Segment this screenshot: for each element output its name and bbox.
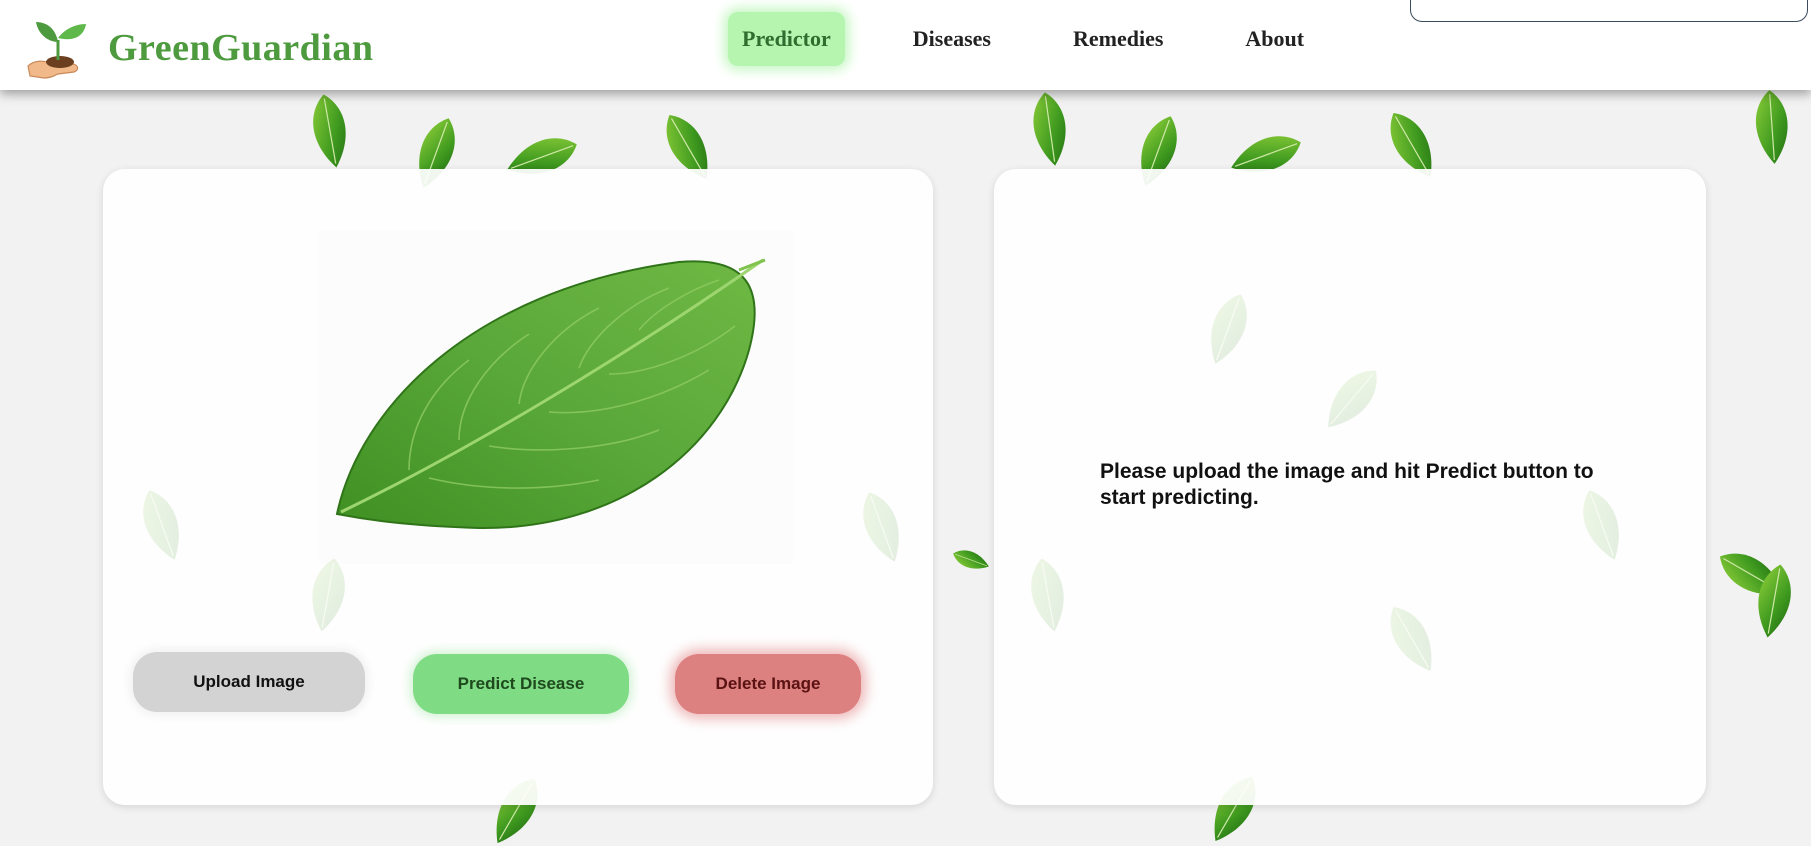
delete-image-button[interactable]: Delete Image <box>675 654 861 714</box>
background-leaf-icon <box>1747 87 1796 168</box>
nav-remedies[interactable]: Remedies <box>1059 12 1177 66</box>
brand-logo[interactable]: GreenGuardian <box>24 14 374 82</box>
page: GreenGuardian Predictor Diseases Remedie… <box>0 0 1811 846</box>
background-leaf-icon <box>948 541 994 579</box>
plant-in-hand-icon <box>27 22 86 79</box>
predictor-card: Upload Image Predict Disease Delete Imag… <box>103 169 933 805</box>
upload-image-button[interactable]: Upload Image <box>133 652 365 712</box>
nav-predictor[interactable]: Predictor <box>728 12 845 66</box>
result-message: Please upload the image and hit Predict … <box>1100 460 1594 509</box>
brand-name: GreenGuardian <box>108 27 374 69</box>
nav-diseases[interactable]: Diseases <box>899 12 1005 66</box>
predict-disease-button[interactable]: Predict Disease <box>413 654 629 714</box>
nav-about[interactable]: About <box>1231 12 1318 66</box>
top-navbar: GreenGuardian Predictor Diseases Remedie… <box>0 0 1811 90</box>
image-preview <box>319 230 793 564</box>
background-leaf-icon <box>1023 87 1077 170</box>
background-leaf-icon <box>302 89 359 173</box>
search-input[interactable] <box>1410 0 1808 22</box>
main-nav: Predictor Diseases Remedies About <box>728 12 1372 66</box>
green-leaf-image <box>335 258 766 530</box>
